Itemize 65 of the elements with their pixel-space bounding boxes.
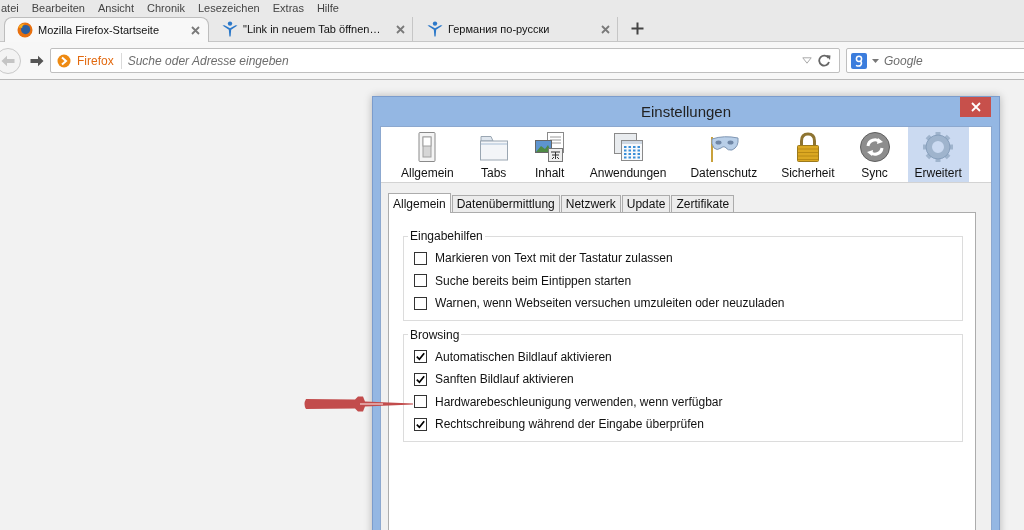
checkbox-label: Suche bereits beim Eintippen starten [435, 273, 632, 288]
search-input[interactable]: Google [884, 53, 1024, 68]
checkbox-label: Markieren von Text mit der Tastatur zulassen [435, 251, 673, 266]
person-icon [427, 21, 443, 37]
pane-button[interactable]: Datenschutz [683, 127, 765, 182]
address-input[interactable]: Suche oder Adresse eingeben [127, 53, 796, 68]
sync-icon [858, 131, 891, 163]
arrow-left-icon [1, 54, 15, 67]
checkbox[interactable] [414, 274, 427, 288]
close-icon[interactable] [191, 25, 200, 35]
menu-item[interactable]: Hilfe [316, 0, 339, 15]
close-icon [970, 102, 981, 112]
tab[interactable]: Update [621, 195, 671, 212]
menu-item[interactable]: Extras [272, 0, 304, 15]
arrow-right-icon[interactable] [30, 54, 44, 67]
window-grid-icon [612, 131, 645, 163]
pane-button[interactable]: Erweitert [907, 127, 969, 182]
search-engine-icon[interactable] [851, 52, 867, 69]
close-icon[interactable] [396, 24, 405, 34]
menu-item[interactable]: Chronik [147, 0, 185, 15]
checkbox[interactable] [414, 350, 427, 364]
checkbox[interactable] [414, 296, 427, 310]
gear-icon [922, 131, 955, 163]
menu-item[interactable]: atei [1, 0, 19, 15]
browser-tab[interactable]: "Link in neuem Tab öffnen… [209, 16, 414, 41]
caret-icon[interactable] [872, 58, 879, 63]
checkmark-icon [416, 374, 425, 384]
tab[interactable]: Zertifikate [671, 195, 735, 212]
pane-button[interactable]: Sync [851, 127, 898, 182]
checkbox-label: Hardwarebeschleunigung verwenden, wenn verfügbar [435, 394, 723, 409]
pane-button[interactable]: Sicherheit [774, 127, 842, 182]
tab[interactable]: Netzwerk [560, 195, 621, 212]
checkbox[interactable] [414, 372, 427, 386]
tab[interactable]: Allgemein [388, 193, 451, 213]
pane-button[interactable]: Tabs [470, 127, 517, 182]
close-button[interactable] [960, 97, 991, 117]
pane-button[interactable]: Allgemein [394, 127, 461, 182]
checkmark-icon [416, 352, 425, 362]
group-label: Browsing [409, 327, 461, 342]
checkbox[interactable] [414, 395, 427, 409]
new-tab-icon[interactable] [631, 21, 644, 35]
checkbox-label: Warnen, wenn Webseiten versuchen umzuleiten oder neuzuladen [435, 296, 785, 311]
checkbox-label: Rechtschreibung während der Eingabe überprüfen [435, 417, 704, 432]
group-label: Eingabehilfen [409, 229, 484, 243]
menu-item[interactable]: Lesezeichen [197, 0, 260, 15]
close-icon[interactable] [601, 24, 610, 34]
browser-tab[interactable]: Германия по-русски [414, 16, 619, 41]
browser-tab[interactable]: Mozilla Firefox-Startseite [4, 17, 209, 42]
picture-document-icon [533, 131, 566, 163]
menu-item[interactable]: Ansicht [97, 0, 135, 15]
pane-button[interactable]: Anwendungen [582, 127, 674, 182]
search-field[interactable]: Google [846, 48, 1024, 73]
menu-item[interactable]: Bearbeiten [31, 0, 85, 15]
checkbox[interactable] [414, 251, 427, 265]
pane-button[interactable]: Inhalt [526, 127, 573, 182]
logo-icon [57, 53, 71, 68]
tab[interactable]: Datenübermittlung [451, 195, 560, 212]
checkmark-icon [416, 419, 425, 429]
reload-icon[interactable] [818, 54, 831, 67]
browser-logo-icon [17, 22, 33, 38]
person-icon [222, 21, 238, 37]
checkbox-label: Sanften Bildlauf aktivieren [435, 372, 574, 387]
checkbox-label: Automatischen Bildlauf aktivieren [435, 349, 612, 364]
dialog-title: Einstellungen [640, 103, 732, 120]
checkbox[interactable] [414, 417, 427, 431]
